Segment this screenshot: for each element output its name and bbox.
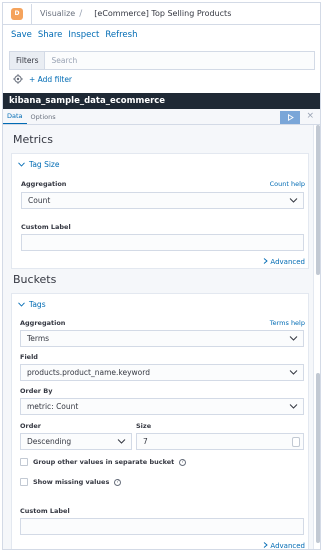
breadcrumb-separator: / <box>79 8 83 19</box>
tab-data[interactable]: Data <box>3 109 27 124</box>
sidebar-editor: Metrics Tag Size Aggregation Count help … <box>3 125 313 550</box>
tab-options[interactable]: Options <box>27 109 60 124</box>
metric-agg-name: Tag Size <box>29 160 60 169</box>
bucket-custom-label-input[interactable] <box>20 518 304 535</box>
bucket-aggregation-value: Terms <box>27 334 50 343</box>
chevron-right-icon <box>263 258 268 264</box>
metric-aggregation-help[interactable]: Count help <box>270 180 305 188</box>
header-divider <box>31 3 32 24</box>
buckets-title: Buckets <box>13 273 57 286</box>
field-label: Field <box>20 353 38 361</box>
sidebar-scrollbar[interactable] <box>313 125 320 549</box>
field-value: products.product_name.keyword <box>27 368 150 377</box>
chevron-right-icon <box>263 542 268 548</box>
order-by-label: Order By <box>20 387 53 395</box>
inspect-link[interactable]: Inspect <box>68 30 99 40</box>
group-other-checkbox[interactable]: Group other values in separate bucket ? <box>20 458 187 466</box>
bucket-advanced-toggle[interactable]: Advanced <box>263 542 305 550</box>
size-label: Size <box>136 422 152 430</box>
apply-changes-button[interactable] <box>280 111 300 124</box>
metric-advanced-label: Advanced <box>270 258 305 266</box>
visualize-app: D Visualize / [eCommerce] Top Selling Pr… <box>2 2 321 550</box>
header-bar: D Visualize / [eCommerce] Top Selling Pr… <box>3 3 320 25</box>
bucket-agg-panel: Tags Aggregation Terms help Terms Field … <box>11 293 309 550</box>
metric-custom-label-input[interactable] <box>21 234 304 251</box>
add-filter-button[interactable]: + Add filter <box>29 75 72 84</box>
metric-aggregation-select[interactable]: Count <box>21 192 304 209</box>
scrollbar-thumb-bottom[interactable] <box>316 373 320 543</box>
checkbox-box[interactable] <box>20 478 28 486</box>
metric-agg-panel: Tag Size Aggregation Count help Count Cu… <box>11 153 309 269</box>
order-by-select[interactable]: metric: Count <box>20 398 304 415</box>
search-input[interactable]: Search <box>45 56 77 65</box>
size-stepper[interactable] <box>292 437 300 447</box>
query-bar: Filters Search <box>9 51 315 70</box>
metric-advanced-toggle[interactable]: Advanced <box>263 258 305 266</box>
breadcrumb-current: [eCommerce] Top Selling Products <box>94 9 232 18</box>
editor-tabs: Data Options × <box>3 109 320 125</box>
space-avatar[interactable]: D <box>11 7 23 20</box>
chevron-down-icon <box>289 198 298 203</box>
order-label: Order <box>20 422 41 430</box>
close-icon[interactable]: × <box>306 111 314 121</box>
bucket-advanced-label: Advanced <box>270 542 305 550</box>
index-pattern-title: kibana_sample_data_ecommerce <box>3 93 320 109</box>
bucket-aggregation-select[interactable]: Terms <box>20 330 304 347</box>
play-icon <box>287 114 294 121</box>
info-icon: ? <box>114 478 122 486</box>
filters-label[interactable]: Filters <box>10 52 46 69</box>
size-value: 7 <box>143 437 148 446</box>
group-other-label: Group other values in separate bucket <box>33 458 175 466</box>
bucket-aggregation-label: Aggregation <box>20 319 66 327</box>
filter-row: + Add filter <box>13 74 72 84</box>
chevron-down-icon <box>117 439 126 444</box>
metric-aggregation-label: Aggregation <box>21 180 67 188</box>
chevron-down-icon <box>289 336 298 341</box>
metric-custom-label-label: Custom Label <box>21 223 71 231</box>
metrics-title: Metrics <box>13 133 53 146</box>
show-missing-label: Show missing values <box>33 478 110 486</box>
bucket-agg-toggle[interactable]: Tags <box>18 300 46 309</box>
checkbox-box[interactable] <box>20 458 28 466</box>
chevron-down-icon <box>289 370 298 375</box>
bucket-custom-label-label: Custom Label <box>20 507 70 515</box>
scrollbar-thumb-top[interactable] <box>316 125 320 275</box>
field-select[interactable]: products.product_name.keyword <box>20 364 304 381</box>
share-link[interactable]: Share <box>38 30 63 40</box>
size-input[interactable]: 7 <box>136 433 304 450</box>
info-icon: ? <box>179 458 187 466</box>
order-select[interactable]: Descending <box>20 433 132 450</box>
metric-agg-toggle[interactable]: Tag Size <box>18 160 59 169</box>
chevron-down-icon <box>18 162 25 167</box>
breadcrumb-visualize[interactable]: Visualize <box>40 9 75 18</box>
bucket-aggregation-help[interactable]: Terms help <box>270 319 305 327</box>
show-missing-checkbox[interactable]: Show missing values ? <box>20 478 122 486</box>
order-value: Descending <box>27 437 72 446</box>
chevron-down-icon <box>18 302 25 307</box>
save-link[interactable]: Save <box>11 30 32 40</box>
metric-aggregation-value: Count <box>28 196 51 205</box>
chevron-down-icon <box>289 404 298 409</box>
order-by-value: metric: Count <box>27 402 79 411</box>
gear-icon[interactable] <box>13 74 23 84</box>
top-nav-menu: Save Share Inspect Refresh <box>11 30 137 40</box>
refresh-link[interactable]: Refresh <box>105 30 137 40</box>
bucket-agg-name: Tags <box>29 300 46 309</box>
